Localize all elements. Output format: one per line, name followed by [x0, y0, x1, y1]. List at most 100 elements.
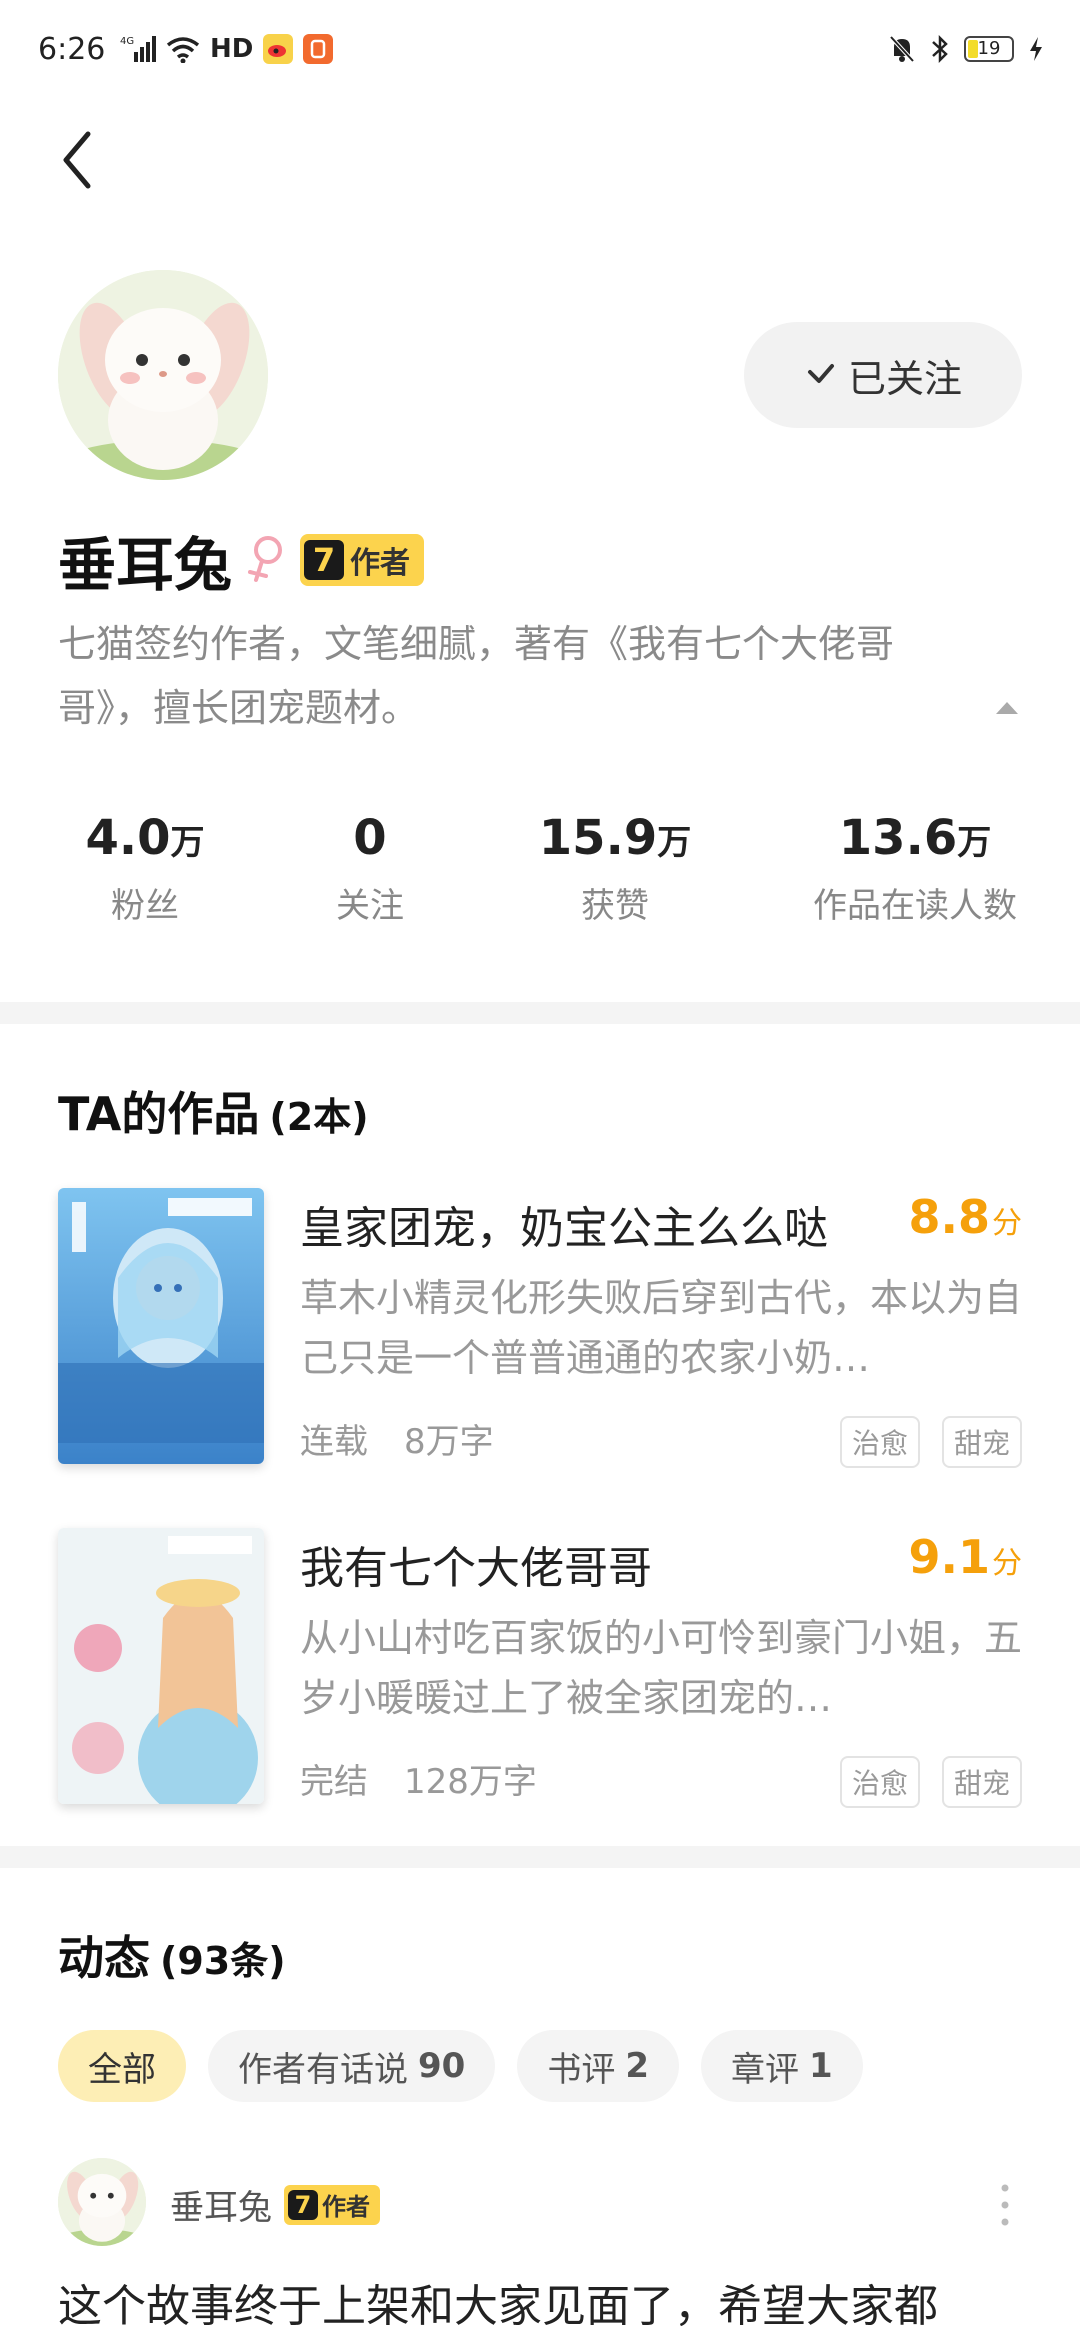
chip-count: 1 [809, 2046, 833, 2086]
book-title: 我有七个大佬哥哥 [300, 1543, 652, 1594]
filter-chip-book-reviews[interactable]: 书评 2 [517, 2030, 679, 2102]
status-time: 6:26 [38, 32, 106, 67]
book-meta: 完结 128万字 [300, 1754, 537, 1803]
book-score-unit: 分 [992, 1206, 1022, 1241]
bunny-avatar-image [58, 270, 268, 480]
stat-unit: 万 [657, 823, 692, 863]
works-count: (2本) [269, 1095, 369, 1139]
chip-label: 章评 [731, 2049, 799, 2090]
stat-label: 获赞 [581, 886, 649, 926]
book-status: 完结 [300, 1762, 368, 1802]
filter-chip-all[interactable]: 全部 [58, 2030, 186, 2102]
qimao-logo-icon: 7 [288, 2189, 318, 2220]
stat-readers[interactable]: 13.6万 作品在读人数 [790, 810, 1040, 927]
filter-chip-author-notes[interactable]: 作者有话说 90 [208, 2030, 496, 2102]
charging-icon [1030, 37, 1042, 61]
bunny-avatar-image [58, 2158, 146, 2246]
stat-fans[interactable]: 4.0万 粉丝 [40, 810, 250, 927]
feed-count: (93条) [160, 1939, 286, 1983]
book-tag[interactable]: 甜宠 [941, 1756, 1022, 1808]
author-badge: 7 作者 [284, 2184, 380, 2225]
book-tags: 治愈 甜宠 [839, 1416, 1022, 1468]
author-badge-label: 作者 [322, 2193, 370, 2221]
network-type-text: 4G [120, 36, 134, 47]
book-cover [58, 1528, 264, 1804]
signal-icon: 4G [120, 36, 156, 62]
author-badge: 7 作者 [300, 534, 425, 586]
collapse-triangle-icon[interactable] [994, 700, 1020, 716]
book-tags: 治愈 甜宠 [839, 1756, 1022, 1808]
bluetooth-icon [932, 34, 948, 64]
author-badge-label: 作者 [350, 546, 411, 581]
book-title: 皇家团宠，奶宝公主么么哒 [300, 1203, 828, 1254]
stat-value: 4.0 [85, 810, 171, 866]
book-score: 9.1分 [909, 1530, 1023, 1584]
wifi-icon [166, 37, 200, 63]
book-word-count: 8万字 [404, 1422, 494, 1462]
book-tag[interactable]: 治愈 [839, 1416, 920, 1468]
author-bio: 七猫签约作者，文笔细腻，著有《我有七个大佬哥哥》，擅长团宠题材。 [58, 622, 895, 730]
chip-label: 全部 [88, 2049, 156, 2090]
book-cover-image-2 [58, 1528, 264, 1804]
female-icon [248, 536, 283, 582]
filter-chip-chapter-reviews[interactable]: 章评 1 [701, 2030, 863, 2102]
chip-label: 书评 [547, 2049, 616, 2090]
author-name-row: 垂耳兔 7 作者 [58, 518, 425, 602]
back-button[interactable] [50, 120, 110, 200]
stat-label: 关注 [336, 886, 404, 926]
post-content[interactable]: 这个故事终于上架和大家见面了，希望大家都 [58, 2270, 938, 2334]
battery-level: 19 [977, 38, 1001, 59]
post-author-row: 垂耳兔 7 作者 [170, 2180, 380, 2229]
feed-title-text: 动态 [58, 1931, 150, 1985]
book-description: 从小山村吃百家饭的小可怜到豪门小姐，五岁小暖暖过上了被全家团宠的… [300, 1616, 1022, 1720]
chip-label: 作者有话说 [238, 2049, 408, 2090]
book-status: 连载 [300, 1422, 368, 1462]
qimao-logo-icon: 7 [304, 540, 345, 580]
stat-likes[interactable]: 15.9万 获赞 [510, 810, 720, 927]
feed-filter-chips: 全部 作者有话说 90 书评 2 章评 1 [58, 2030, 863, 2102]
book-meta: 连载 8万字 [300, 1414, 494, 1463]
follow-label: 已关注 [847, 356, 962, 401]
book-score: 8.8分 [909, 1190, 1023, 1244]
battery-icon: 19 [964, 36, 1014, 62]
book-word-count: 128万字 [404, 1762, 537, 1802]
status-left-icons: 4G HD [120, 34, 334, 64]
post-author-name[interactable]: 垂耳兔 [170, 2180, 272, 2229]
book-item[interactable]: 我有七个大佬哥哥 9.1分 从小山村吃百家饭的小可怜到豪门小姐，五岁小暖暖过上了… [58, 1528, 1023, 1808]
book-score-unit: 分 [992, 1546, 1022, 1581]
book-tag[interactable]: 治愈 [839, 1756, 920, 1808]
book-cover-image-1 [58, 1188, 264, 1464]
stat-value: 15.9 [538, 810, 658, 866]
chip-count: 90 [418, 2046, 466, 2086]
more-options-icon[interactable] [990, 2180, 1020, 2230]
author-name: 垂耳兔 [58, 531, 233, 599]
book-description: 草木小精灵化形失败后穿到古代，本以为自己只是一个普普通通的农家小奶… [300, 1276, 1022, 1380]
stat-value: 13.6 [838, 810, 958, 866]
book-tag[interactable]: 甜宠 [941, 1416, 1022, 1468]
stat-label: 粉丝 [111, 886, 179, 926]
book-cover [58, 1188, 264, 1464]
author-avatar[interactable] [58, 270, 268, 480]
status-bar: 6:26 4G HD 19 [0, 0, 1080, 100]
works-title-text: TA的作品 [58, 1087, 260, 1141]
status-right-icons: 19 [888, 34, 1044, 64]
book-score-value: 9.1 [908, 1530, 991, 1584]
check-icon [807, 364, 834, 383]
hd-label: HD [210, 34, 254, 64]
stat-unit: 万 [957, 823, 992, 863]
chevron-left-icon [63, 131, 91, 189]
stat-value: 0 [353, 810, 387, 866]
author-stats: 4.0万 粉丝 0 关注 15.9万 获赞 13.6万 作品在读人数 [0, 810, 1080, 950]
weibo-app-icon [263, 34, 294, 64]
chip-count: 2 [625, 2046, 649, 2086]
stat-label: 作品在读人数 [813, 886, 1017, 926]
section-divider [0, 1002, 1080, 1024]
app-notification-icon [303, 34, 334, 64]
follow-button[interactable]: 已关注 [744, 322, 1022, 428]
stat-following[interactable]: 0 关注 [270, 810, 470, 927]
book-score-value: 8.8 [908, 1190, 991, 1244]
section-divider [0, 1846, 1080, 1868]
post-author-avatar[interactable] [58, 2158, 146, 2246]
book-item[interactable]: 皇家团宠，奶宝公主么么哒 8.8分 草木小精灵化形失败后穿到古代，本以为自己只是… [58, 1188, 1023, 1468]
feed-title: 动态 (93条) [58, 1922, 286, 1988]
